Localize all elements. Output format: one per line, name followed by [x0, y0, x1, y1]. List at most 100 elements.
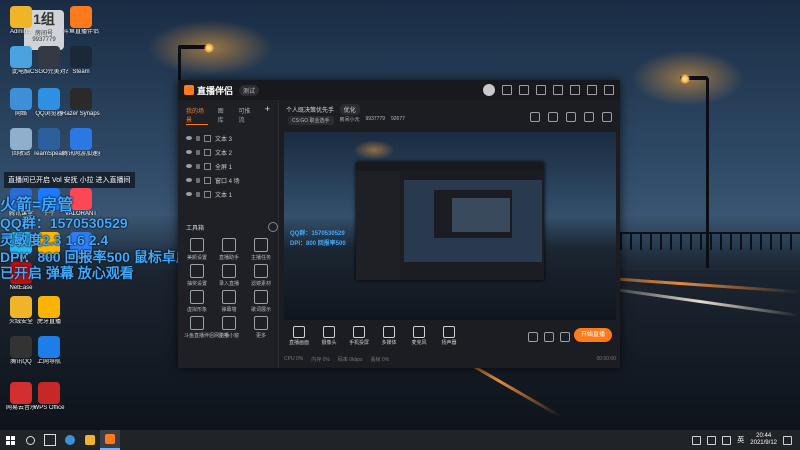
message-icon[interactable] [502, 85, 512, 95]
volume-icon[interactable] [722, 435, 732, 445]
scene-item[interactable]: 全屏 1 [178, 159, 278, 173]
eye-icon[interactable] [186, 164, 192, 168]
lock-icon[interactable] [196, 177, 200, 183]
network-icon[interactable] [707, 435, 717, 445]
taskbar-app[interactable] [60, 430, 80, 450]
tool-button[interactable]: 录入直播 [216, 264, 242, 287]
tool-button[interactable]: 斗鱼直播伴侣网助手 [184, 316, 229, 339]
lock-icon[interactable] [196, 149, 200, 155]
tool-button[interactable]: 抽奖设置 [184, 264, 210, 287]
app-icon [38, 296, 60, 318]
tool-label: 直播助手 [218, 255, 239, 261]
tool-button[interactable]: 主播小窗 [216, 316, 242, 339]
media-button[interactable]: 多媒体 [374, 326, 404, 346]
chevron-up-icon[interactable] [692, 435, 702, 445]
stream-preview[interactable]: QQ群：1570530529 DPI：800 回报率500 [284, 132, 616, 320]
overlay-line2: QQ群：1570530529 [0, 215, 128, 231]
tool-label: 主播任务 [250, 255, 271, 261]
more-tools-icon[interactable] [268, 222, 278, 232]
stream-title-text[interactable]: 个人既决策优先手 [286, 108, 334, 114]
layout-icon[interactable] [584, 112, 594, 122]
scene-item[interactable]: 文本 2 [178, 145, 278, 159]
microphone-button[interactable]: 麦克风 [404, 326, 434, 346]
scene-item[interactable]: 文本 3 [178, 131, 278, 145]
task-view-button[interactable] [40, 430, 60, 450]
desktop-icon[interactable]: Razer Synapse [62, 88, 100, 118]
app-icon [10, 296, 32, 318]
text-icon [204, 190, 211, 198]
lock-icon[interactable] [196, 191, 200, 197]
taskbar-app-active[interactable] [100, 430, 120, 450]
app-icon [70, 46, 92, 68]
phone-icon [353, 326, 365, 338]
tool-icon [190, 290, 204, 304]
input-language[interactable]: 英 [737, 435, 744, 445]
scene-item[interactable]: 文本 1 [178, 187, 278, 201]
tool-button[interactable]: 歌词展示 [248, 290, 274, 313]
search-button[interactable] [20, 430, 40, 450]
scene-item[interactable]: 窗口 4 场 [178, 173, 278, 187]
eye-icon[interactable] [186, 136, 192, 140]
window-icon [204, 176, 211, 184]
add-scene-icon[interactable]: + [265, 105, 270, 125]
tool-button[interactable]: 弹幕墙 [216, 290, 242, 313]
desktop-icon[interactable]: 腾讯网游加速器 [62, 128, 100, 158]
tool-icon [190, 316, 204, 330]
desktop-icon[interactable]: 虎牙直播 [30, 296, 68, 326]
notification-icon[interactable] [783, 435, 792, 445]
lock-icon[interactable] [196, 163, 200, 169]
maximize-icon[interactable] [587, 85, 597, 95]
desktop-icon[interactable]: 上网导航 [30, 336, 68, 366]
tool-button[interactable]: 虚拟形象 [184, 290, 210, 313]
eye-icon[interactable] [186, 150, 192, 154]
tool-label: 美颜设置 [186, 255, 207, 261]
tool-button[interactable]: 主播任务 [248, 238, 274, 261]
phone-cast-button[interactable]: 手机投屏 [344, 326, 374, 346]
text-icon [204, 134, 211, 142]
gift-icon[interactable] [530, 112, 540, 122]
live-companion-icon [105, 434, 115, 444]
tool-label: 抽奖设置 [186, 281, 207, 287]
optimize-tag[interactable]: 优化 [339, 104, 360, 115]
tab-gallery[interactable]: 图库 [218, 106, 229, 125]
close-icon[interactable] [604, 85, 614, 95]
desktop-icon[interactable]: WPS Office [30, 382, 68, 412]
link-icon[interactable] [602, 112, 612, 122]
lock-icon[interactable] [196, 135, 200, 141]
tool-button[interactable]: 直播助手 [216, 238, 242, 261]
taskbar-app[interactable] [80, 430, 100, 450]
desktop-icon[interactable]: Steam [62, 46, 100, 76]
app-icon [10, 382, 32, 404]
desktop-icon[interactable]: 斗鱼直播伴侣 [62, 6, 100, 36]
channel-category[interactable]: CS:GO 职业选手 [288, 116, 334, 125]
badge-line3: 9937779 [32, 37, 56, 43]
tab-my-scenes[interactable]: 我的场景 [186, 106, 208, 125]
avatar[interactable] [483, 84, 495, 96]
tab-streamable[interactable]: 可推流 [238, 106, 254, 125]
gear-icon[interactable] [560, 332, 570, 342]
minimize-icon[interactable] [570, 85, 580, 95]
version-badge[interactable]: 测试 [239, 84, 260, 96]
tool-label: 主播小窗 [218, 333, 239, 339]
desktop-icon[interactable]: Admin... [2, 6, 40, 36]
visibility-icon[interactable] [544, 332, 554, 342]
share-icon[interactable] [548, 112, 558, 122]
speaker-button[interactable]: 扬声器 [434, 326, 464, 346]
start-button[interactable] [0, 430, 20, 450]
clock-date: 2021/9/12 [750, 440, 777, 446]
screen-capture-button[interactable]: 直播画面 [284, 326, 314, 346]
start-live-button[interactable]: 开始直播 [574, 328, 612, 342]
help-icon[interactable] [536, 85, 546, 95]
tool-button[interactable]: 滤镜素材 [248, 264, 274, 287]
settings-icon[interactable] [519, 85, 529, 95]
eye-icon[interactable] [186, 178, 192, 182]
tool-button[interactable]: 更多 [248, 316, 274, 339]
notification-icon[interactable] [566, 112, 576, 122]
record-icon[interactable] [528, 332, 538, 342]
tool-button[interactable]: 美颜设置 [184, 238, 210, 261]
eye-icon[interactable] [186, 192, 192, 196]
camera-button[interactable]: 摄像头 [314, 326, 344, 346]
app-icon [70, 128, 92, 150]
menu-icon[interactable] [553, 85, 563, 95]
clock[interactable]: 20:44 2021/9/12 [750, 433, 777, 447]
